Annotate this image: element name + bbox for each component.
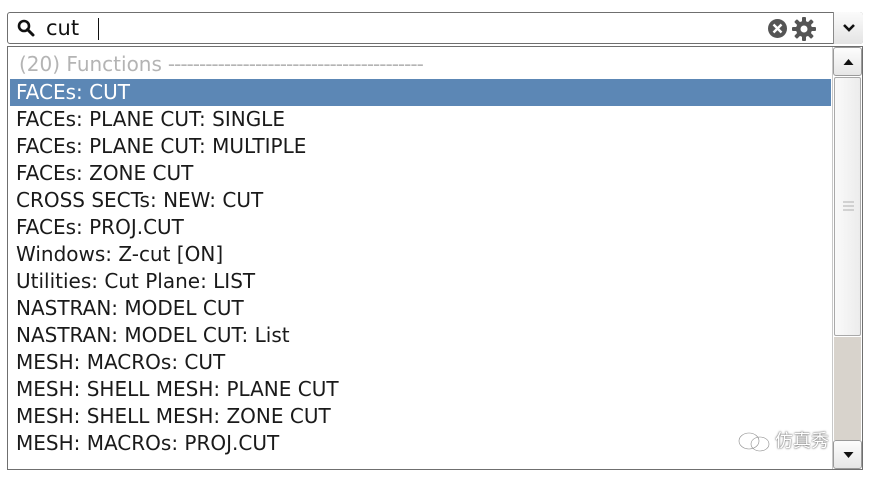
arrow-down-icon xyxy=(843,452,854,458)
wechat-icon xyxy=(738,432,770,452)
list-item[interactable]: NASTRAN: MODEL CUT: List xyxy=(10,322,831,349)
list-item[interactable]: NASTRAN: MODEL CUT xyxy=(10,295,831,322)
list-item[interactable]: MESH: MACROs: PROJ.CUT xyxy=(10,430,831,457)
results-popup: (20) Functions --------------------------… xyxy=(7,46,863,470)
results-list: (20) Functions --------------------------… xyxy=(8,47,831,469)
scroll-down-button[interactable] xyxy=(833,440,862,469)
list-item[interactable]: FACEs: PLANE CUT: SINGLE xyxy=(10,106,831,133)
list-item[interactable]: Windows: Z-cut [ON] xyxy=(10,241,831,268)
chevron-down-icon xyxy=(843,24,855,32)
text-caret xyxy=(98,18,99,40)
list-item[interactable]: MESH: SHELL MESH: ZONE CUT xyxy=(10,403,831,430)
search-icon xyxy=(17,19,35,37)
dropdown-button[interactable] xyxy=(833,12,863,44)
list-item[interactable]: FACEs: CUT xyxy=(10,79,831,106)
list-item[interactable]: MESH: MACROs: CUT xyxy=(10,349,831,376)
scroll-up-button[interactable] xyxy=(833,47,862,76)
watermark-text: 仿真秀 xyxy=(775,431,829,452)
results-header-dashes: ----------------------------------------… xyxy=(167,52,424,76)
scroll-track[interactable] xyxy=(834,337,861,440)
list-item[interactable]: MESH: SHELL MESH: PLANE CUT xyxy=(10,376,831,403)
list-item[interactable]: CROSS SECTs: NEW: CUT xyxy=(10,187,831,214)
search-input[interactable] xyxy=(46,15,746,41)
watermark: 仿真秀 xyxy=(737,430,829,454)
grip-icon xyxy=(843,201,854,211)
results-header: (20) Functions --------------------------… xyxy=(19,51,424,77)
results-header-label: (20) Functions xyxy=(19,52,162,76)
list-item[interactable]: FACEs: ZONE CUT xyxy=(10,160,831,187)
vertical-scrollbar[interactable] xyxy=(832,47,862,469)
scroll-thumb[interactable] xyxy=(834,77,861,336)
arrow-up-icon xyxy=(843,59,854,65)
list-item[interactable]: Utilities: Cut Plane: LIST xyxy=(10,268,831,295)
gear-icon[interactable] xyxy=(791,16,817,42)
list-item[interactable]: FACEs: PLANE CUT: MULTIPLE xyxy=(10,133,831,160)
list-item[interactable]: FACEs: PROJ.CUT xyxy=(10,214,831,241)
search-bar[interactable] xyxy=(7,12,863,44)
clear-icon[interactable] xyxy=(767,18,788,39)
